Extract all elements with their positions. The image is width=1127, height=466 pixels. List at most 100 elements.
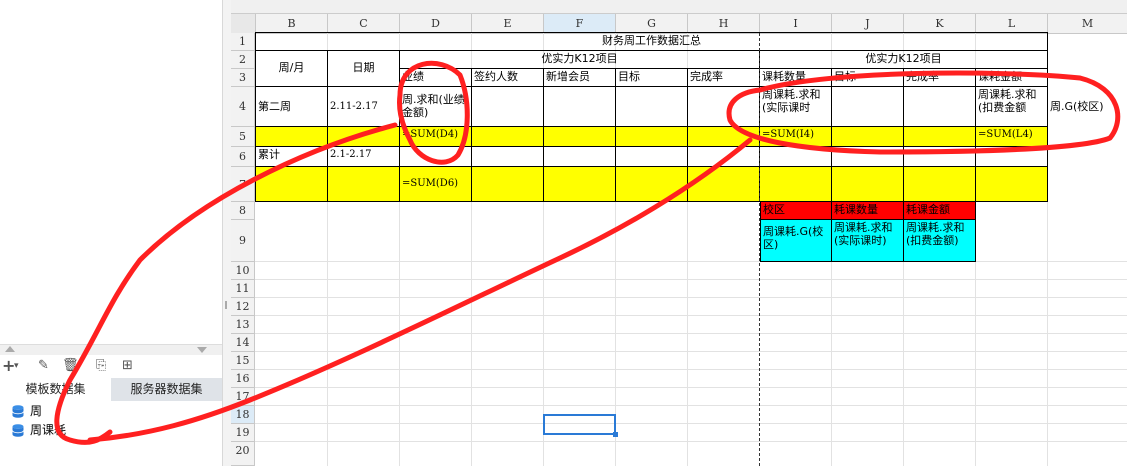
column-header[interactable]: J — [832, 14, 904, 34]
row-header[interactable]: 15 — [231, 352, 255, 370]
campus-formula-cell[interactable]: 周课耗.G(校区) — [760, 220, 832, 262]
cell[interactable] — [328, 167, 400, 202]
cell[interactable] — [472, 87, 544, 127]
sum-formula-cell[interactable]: =SUM(D4) — [400, 127, 472, 147]
report-title-cell[interactable]: 财务周工作数据汇总 — [256, 33, 1048, 51]
week-cell[interactable]: 第二周 — [256, 87, 328, 127]
row-header[interactable]: 11 — [231, 280, 255, 298]
column-header[interactable]: L — [976, 14, 1048, 34]
cell[interactable] — [616, 127, 688, 147]
preview-icon[interactable]: ⎘ — [96, 358, 106, 374]
cumulative-cell[interactable]: 累计 — [256, 147, 328, 167]
dataset-item[interactable]: 周课耗 — [0, 421, 222, 440]
row-header[interactable]: 9 — [231, 220, 255, 262]
left-panel-scrollbar[interactable] — [0, 344, 222, 355]
lesson-amount-header-cell[interactable]: 耗课金额 — [904, 202, 976, 220]
column-header[interactable]: C — [328, 14, 400, 34]
column-header[interactable]: D — [400, 14, 472, 34]
date-cell[interactable]: 2.1-2.17 — [328, 147, 400, 167]
row-header[interactable]: 18 — [231, 406, 255, 424]
row-header[interactable]: 2 — [231, 51, 255, 69]
cell[interactable] — [688, 127, 760, 147]
cell[interactable] — [616, 147, 688, 167]
lessons-formula-cell[interactable]: 周课耗.求和(实际课时 — [760, 87, 832, 127]
sales-formula-cell[interactable]: 周.求和(业绩金额) — [400, 87, 472, 127]
group-header-right-cell[interactable]: 优实力K12项目 — [760, 51, 1048, 69]
cell[interactable] — [976, 147, 1048, 167]
server-dataset-icon[interactable]: ⊞ — [122, 358, 133, 374]
lesson-count-header-cell[interactable]: 耗课数量 — [832, 202, 904, 220]
header-newmember-cell[interactable]: 新增会员 — [544, 69, 616, 87]
cell[interactable] — [688, 167, 760, 202]
row-header[interactable]: 1 — [231, 33, 255, 51]
header-sales-cell[interactable]: 业绩 — [400, 69, 472, 87]
cell[interactable] — [760, 167, 832, 202]
cell[interactable] — [904, 87, 976, 127]
row-header[interactable]: 13 — [231, 316, 255, 334]
lesson-count-formula-cell[interactable]: 周课耗.求和(实际课时) — [832, 220, 904, 262]
row-header[interactable]: 12 — [231, 298, 255, 316]
row-header[interactable]: 3 — [231, 69, 255, 87]
edit-icon[interactable]: ✎ — [38, 358, 49, 374]
column-header[interactable]: F — [544, 14, 616, 34]
cell[interactable] — [544, 127, 616, 147]
column-header[interactable]: B — [256, 14, 328, 34]
header-signed-cell[interactable]: 签约人数 — [472, 69, 544, 87]
cell[interactable] — [904, 167, 976, 202]
sum-formula-cell[interactable]: =SUM(D6) — [400, 167, 472, 202]
date-cell[interactable]: 2.11-2.17 — [328, 87, 400, 127]
tab-server-dataset[interactable]: 服务器数据集 — [111, 378, 222, 401]
cell[interactable] — [256, 167, 328, 202]
column-header[interactable]: K — [904, 14, 976, 34]
row-header[interactable]: 10 — [231, 262, 255, 280]
cell[interactable] — [544, 87, 616, 127]
cell[interactable] — [472, 167, 544, 202]
select-all-corner[interactable] — [231, 14, 256, 34]
row-header[interactable]: 16 — [231, 370, 255, 388]
cell[interactable] — [832, 127, 904, 147]
sum-formula-cell[interactable]: =SUM(L4) — [976, 127, 1048, 147]
cell[interactable] — [904, 147, 976, 167]
cell[interactable] — [472, 127, 544, 147]
row-header[interactable]: 5 — [231, 127, 255, 147]
row-header[interactable]: 7 — [231, 167, 255, 202]
amount-formula-cell[interactable]: 周课耗.求和(扣费金额 — [976, 87, 1048, 127]
selected-cell[interactable] — [543, 414, 618, 437]
campus-formula-cell[interactable]: 周.G(校区) — [1048, 87, 1127, 127]
header-lessons-cell[interactable]: 课耗数量 — [760, 69, 832, 87]
cell[interactable] — [400, 147, 472, 167]
header-amount-cell[interactable]: 课耗金额 — [976, 69, 1048, 87]
chevron-down-icon[interactable]: ▾ — [14, 358, 19, 374]
row-header[interactable]: 14 — [231, 334, 255, 352]
row-header[interactable]: 4 — [231, 87, 255, 127]
scroll-down-icon[interactable] — [197, 347, 207, 353]
column-header[interactable]: I — [760, 14, 832, 34]
row-header[interactable]: 8 — [231, 202, 255, 220]
header-target2-cell[interactable]: 目标 — [832, 69, 904, 87]
lesson-amount-formula-cell[interactable]: 周课耗.求和(扣费金额) — [904, 220, 976, 262]
row-header[interactable]: 20 — [231, 442, 255, 466]
column-header[interactable]: H — [688, 14, 760, 34]
group-header-left-cell[interactable]: 优实力K12项目 — [400, 51, 760, 69]
scroll-up-icon[interactable] — [5, 346, 15, 352]
header-rate2-cell[interactable]: 完成率 — [904, 69, 976, 87]
dataset-item[interactable]: 周 — [0, 402, 222, 421]
cell[interactable] — [616, 87, 688, 127]
cell[interactable] — [832, 87, 904, 127]
sum-formula-cell[interactable]: =SUM(I4) — [760, 127, 832, 147]
cell[interactable] — [688, 147, 760, 167]
header-week-cell[interactable]: 周/月 — [256, 51, 328, 87]
cell[interactable] — [472, 147, 544, 167]
tab-template-dataset[interactable]: 模板数据集 — [0, 378, 111, 401]
delete-icon[interactable]: 🗑 — [62, 358, 79, 374]
cell[interactable] — [256, 127, 328, 147]
cell[interactable] — [760, 147, 832, 167]
cell[interactable] — [328, 127, 400, 147]
header-target-cell[interactable]: 目标 — [616, 69, 688, 87]
cell[interactable] — [544, 147, 616, 167]
column-header[interactable]: E — [472, 14, 544, 34]
row-header[interactable]: 17 — [231, 388, 255, 406]
column-header[interactable]: M — [1048, 14, 1127, 34]
cell[interactable] — [544, 167, 616, 202]
campus-header-cell[interactable]: 校区 — [760, 202, 832, 220]
